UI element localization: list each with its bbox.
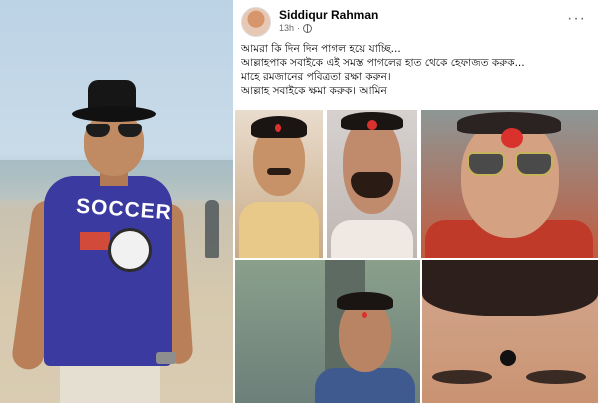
face — [339, 300, 391, 372]
post-text-line: মাহে রমজানের পবিত্রতা রক্ষা করুন। — [241, 71, 391, 83]
sunglasses — [467, 152, 505, 176]
bindi-red — [501, 128, 523, 148]
post-header: Siddiqur Rahman 13h · ··· — [233, 0, 600, 42]
post-text-line: আমরা কি দিন দিন পাগল হয়ে যাচ্ছি... — [241, 43, 401, 55]
collage-photo-2[interactable] — [327, 110, 417, 258]
meta-separator: · — [297, 23, 301, 33]
post-text-line: আল্লাহ সবাইকে ক্ষমা করুক। আমিন — [241, 85, 387, 97]
mustache — [267, 168, 291, 175]
collage-photo-4[interactable] — [235, 260, 420, 403]
post-text-line: আল্লাহপাক সবাইকে এই সমস্ত পাগলের হাত থেক… — [241, 57, 525, 69]
hair — [422, 260, 598, 316]
bindi-red — [362, 312, 367, 318]
wristwatch — [156, 352, 176, 364]
author-name[interactable]: Siddiqur Rahman — [279, 8, 378, 22]
sunglasses — [86, 124, 142, 138]
author-avatar[interactable] — [241, 7, 271, 37]
eye — [526, 370, 586, 384]
facebook-post: Siddiqur Rahman 13h · ··· আমরা কি দিন দি… — [233, 0, 600, 403]
collage-photo-5[interactable] — [422, 260, 598, 403]
bindi-black — [500, 350, 516, 366]
post-timestamp[interactable]: 13h — [279, 23, 294, 33]
hat-brim — [72, 106, 156, 122]
hair — [337, 292, 393, 310]
photo-collage — [233, 108, 600, 403]
globe-icon — [303, 23, 313, 33]
shirt — [331, 220, 413, 258]
face — [343, 118, 401, 214]
eye — [432, 370, 492, 384]
shorts — [60, 366, 160, 403]
shirt-stripe — [80, 232, 110, 250]
collage-photo-3[interactable] — [421, 110, 598, 258]
shirt — [315, 368, 415, 403]
shirt — [239, 202, 319, 258]
post-text: আমরা কি দিন দিন পাগল হয়ে যাচ্ছি... আল্ল… — [241, 42, 593, 98]
sunglasses — [515, 152, 553, 176]
background-person — [205, 200, 219, 258]
post-meta: 13h · — [279, 23, 313, 33]
more-options-icon[interactable]: ··· — [567, 10, 586, 28]
bindi-red — [367, 120, 377, 130]
collage-photo-1[interactable] — [235, 110, 323, 258]
football-print — [108, 228, 152, 272]
bindi-red — [275, 124, 281, 132]
profile-photo[interactable]: SOCCER — [0, 0, 233, 403]
